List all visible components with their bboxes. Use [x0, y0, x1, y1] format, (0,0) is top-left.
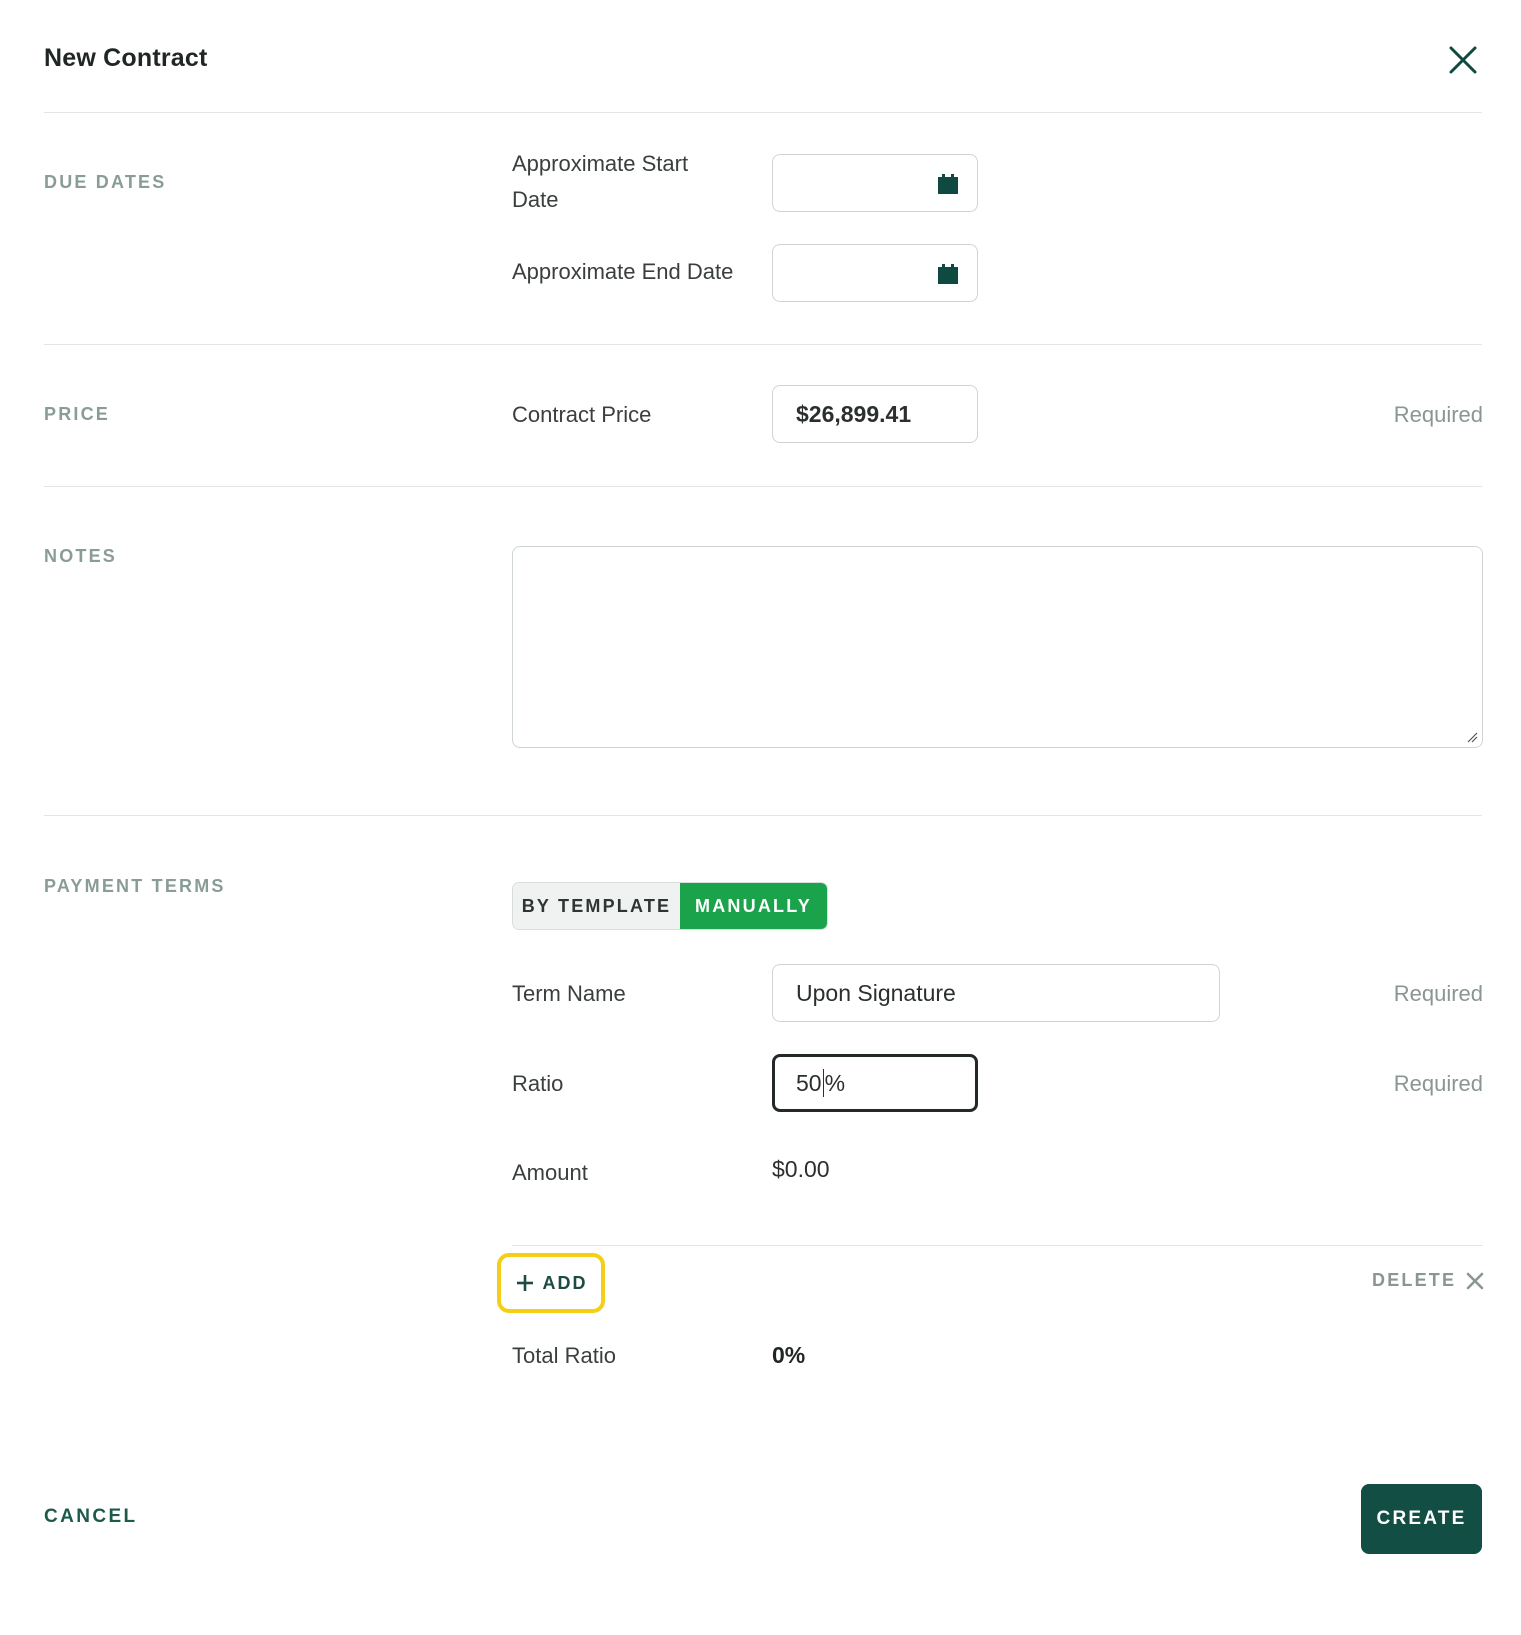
end-date-label: Approximate End Date	[512, 259, 734, 284]
contract-price-input[interactable]: $26,899.41	[772, 385, 978, 443]
close-button[interactable]	[1445, 42, 1481, 78]
amount-value: $0.00	[772, 1156, 830, 1182]
contract-price-value: $26,899.41	[796, 400, 912, 427]
notes-textarea[interactable]	[512, 546, 1483, 748]
delete-label: DELETE	[1372, 1270, 1457, 1290]
divider	[44, 112, 1482, 113]
add-term-button[interactable]: ADD	[497, 1253, 605, 1313]
ratio-input[interactable]: 50%	[772, 1054, 978, 1112]
ratio-label: Ratio	[512, 1071, 564, 1096]
divider	[512, 1245, 1483, 1246]
add-label: ADD	[542, 1272, 588, 1293]
ratio-value-part1: 50	[796, 1069, 822, 1096]
payment-mode-toggle: BY TEMPLATE MANUALLY	[512, 882, 828, 930]
calendar-icon[interactable]	[937, 263, 959, 285]
term-name-value: Upon Signature	[796, 979, 956, 1006]
contract-price-label: Contract Price	[512, 402, 652, 427]
new-contract-dialog: New Contract DUE DATES Approximate Start…	[0, 0, 1521, 1635]
toggle-by-template[interactable]: BY TEMPLATE	[513, 883, 680, 929]
resize-grip-icon[interactable]	[1466, 731, 1478, 743]
term-name-input[interactable]: Upon Signature	[772, 964, 1220, 1022]
term-name-required: Required	[1393, 981, 1483, 1006]
start-date-label-line1: Approximate Start	[512, 151, 689, 176]
delete-term-button[interactable]: DELETE	[1372, 1270, 1484, 1291]
divider	[44, 486, 1482, 487]
total-ratio-value: 0%	[772, 1342, 806, 1368]
section-label-price: PRICE	[44, 404, 111, 424]
start-date-input[interactable]	[772, 154, 978, 212]
ratio-required: Required	[1393, 1071, 1483, 1096]
contract-price-required: Required	[1393, 402, 1483, 427]
start-date-label-line2: Date	[512, 187, 559, 212]
close-small-icon	[1466, 1272, 1484, 1289]
section-label-due-dates: DUE DATES	[44, 172, 167, 192]
dialog-title: New Contract	[44, 44, 208, 72]
end-date-input[interactable]	[772, 244, 978, 302]
toggle-manually[interactable]: MANUALLY	[680, 883, 827, 929]
start-date-label: Approximate Start Date	[512, 146, 688, 218]
amount-label: Amount	[512, 1160, 588, 1185]
section-label-payment-terms: PAYMENT TERMS	[44, 876, 226, 896]
term-name-label: Term Name	[512, 981, 626, 1006]
cancel-button[interactable]: CANCEL	[44, 1506, 138, 1528]
divider	[44, 344, 1482, 345]
create-button[interactable]: CREATE	[1361, 1484, 1482, 1554]
plus-icon	[516, 1275, 533, 1291]
total-ratio-label: Total Ratio	[512, 1343, 616, 1368]
section-label-notes: NOTES	[44, 546, 118, 566]
ratio-value-part2: %	[824, 1069, 846, 1096]
close-icon	[1449, 46, 1477, 74]
calendar-icon[interactable]	[937, 173, 959, 195]
divider	[44, 815, 1482, 816]
text-caret	[822, 1069, 824, 1097]
